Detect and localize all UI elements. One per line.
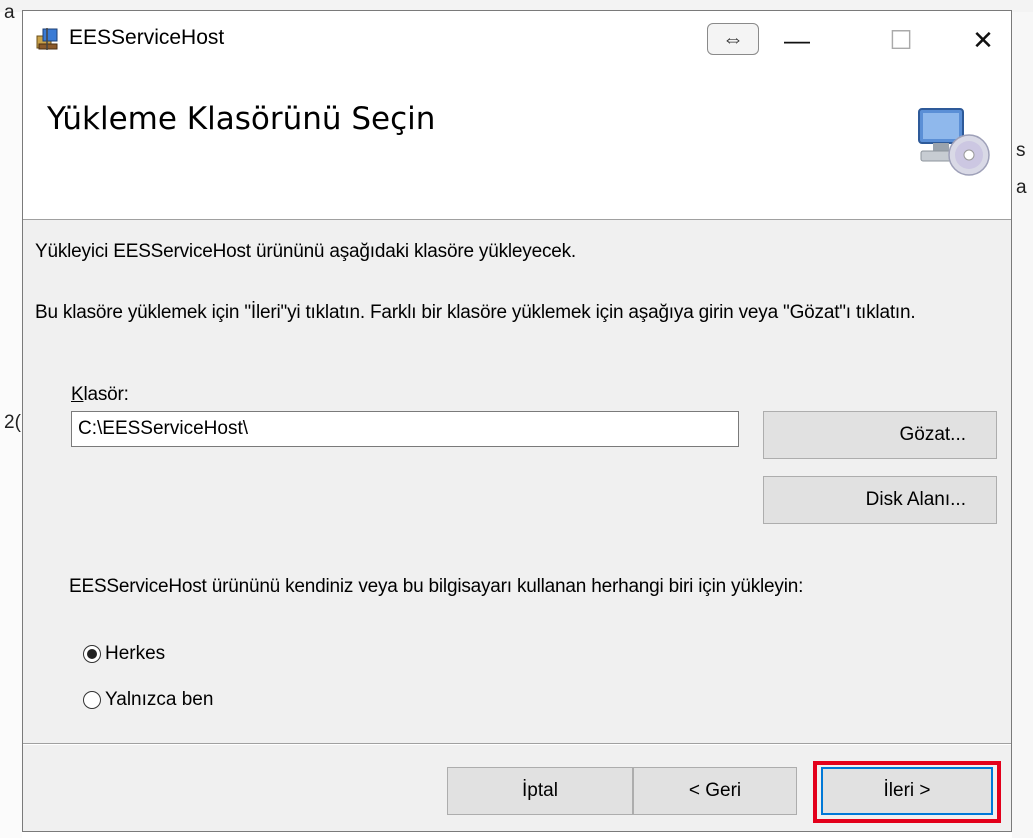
browse-button[interactable]: Gözat...	[763, 411, 997, 459]
folder-label: Klasör:	[71, 384, 129, 406]
installer-window: EESServiceHost ⇔ — ☐ ✕ Yükleme Klasörünü…	[22, 10, 1012, 832]
title-bar[interactable]: EESServiceHost ⇔ — ☐ ✕	[23, 11, 1011, 67]
next-button-highlight	[813, 761, 1001, 823]
background-text-fragment: 2(	[4, 412, 21, 433]
background-right-strip	[1012, 12, 1033, 838]
radio-only-me-indicator[interactable]	[83, 691, 101, 709]
install-scope-prompt: EESServiceHost ürününü kendiniz veya bu …	[69, 576, 804, 597]
cancel-button[interactable]: İptal	[447, 767, 633, 815]
folder-label-text: lasör:	[83, 384, 129, 405]
wizard-header: Yükleme Klasörünü Seçin	[23, 67, 1011, 220]
page-title: Yükleme Klasörünü Seçin	[47, 101, 436, 137]
window-title: EESServiceHost	[69, 26, 225, 49]
radio-everyone-indicator[interactable]	[83, 645, 101, 663]
resize-arrows-icon[interactable]: ⇔	[707, 23, 759, 55]
disk-space-button[interactable]: Disk Alanı...	[763, 476, 997, 524]
footer-divider	[23, 743, 1011, 745]
radio-everyone-label[interactable]: Herkes	[105, 643, 165, 665]
close-button[interactable]: ✕	[953, 19, 1013, 61]
background-text-fragment: a	[4, 2, 15, 23]
intro-text: Yükleyici EESServiceHost ürününü aşağıda…	[35, 241, 576, 262]
back-button[interactable]: < Geri	[633, 767, 797, 815]
computer-cd-icon	[918, 108, 990, 176]
radio-only-me[interactable]: Yalnızca ben	[83, 689, 213, 711]
folder-label-accelerator: K	[71, 384, 84, 405]
background-text-fragment: a	[1016, 177, 1027, 198]
background-text-fragment: s	[1016, 140, 1026, 161]
instruction-text: Bu klasöre yüklemek için "İleri"yi tıkla…	[35, 302, 916, 323]
folder-path-input[interactable]	[71, 411, 739, 447]
maximize-button[interactable]: ☐	[871, 19, 931, 61]
installer-app-icon	[36, 28, 58, 50]
minimize-button[interactable]: —	[767, 19, 827, 61]
radio-only-me-label[interactable]: Yalnızca ben	[105, 689, 213, 711]
radio-everyone[interactable]: Herkes	[83, 643, 165, 665]
